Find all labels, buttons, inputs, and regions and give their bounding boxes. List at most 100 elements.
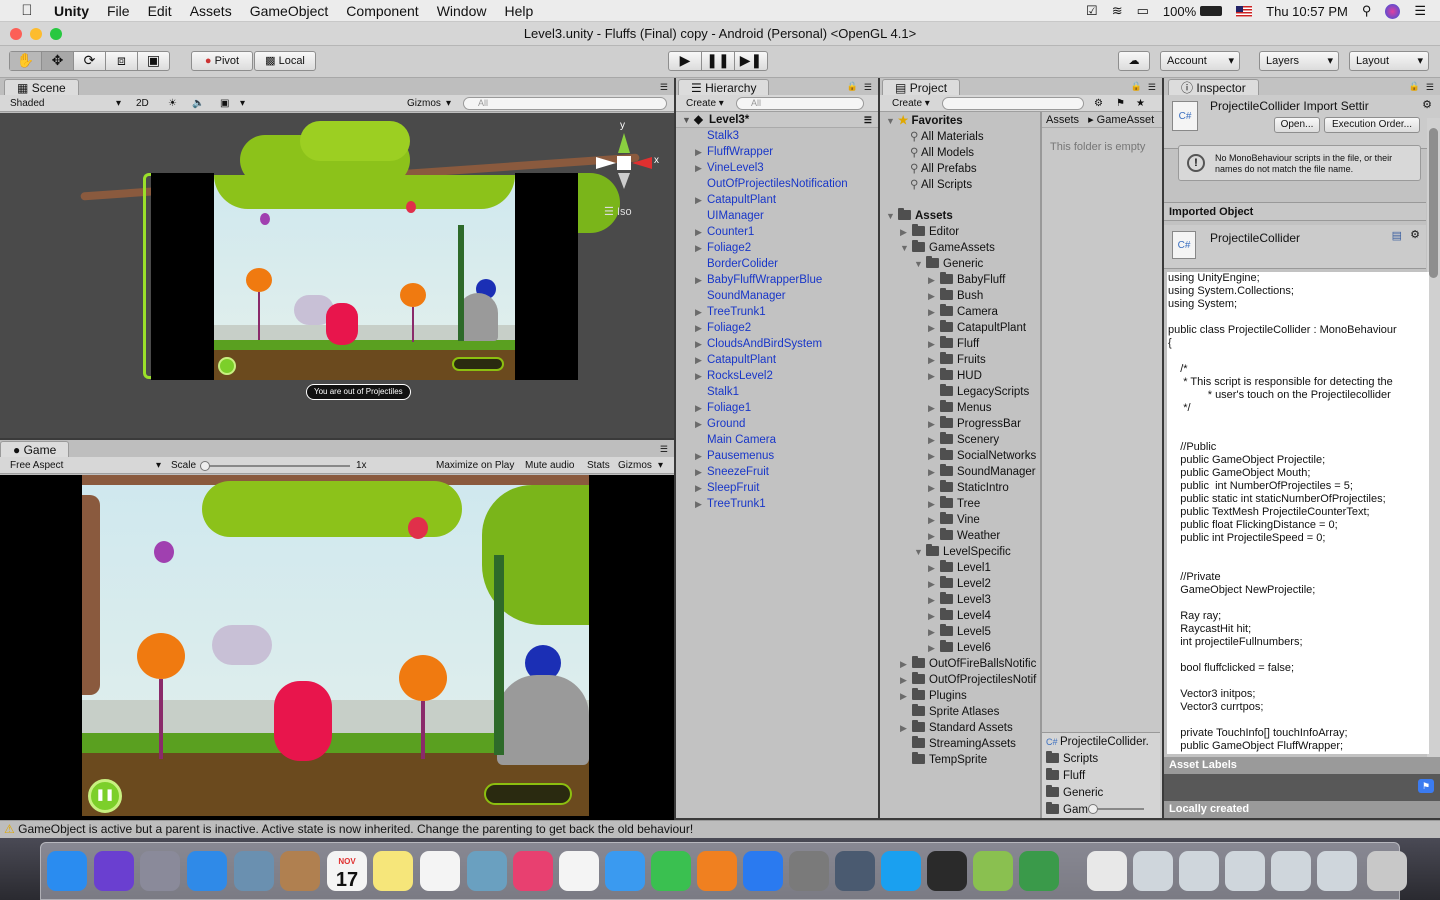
chevron-right-icon[interactable]: ▶ (900, 688, 912, 704)
inspector-scroll-thumb[interactable] (1429, 128, 1438, 278)
notification-center-icon[interactable]: ☰ (1414, 3, 1426, 19)
hierarchy-item[interactable]: BorderColider (676, 256, 878, 272)
hierarchy-item[interactable]: ▶ TreeTrunk1 (676, 304, 878, 320)
apple-icon[interactable]:  (16, 2, 38, 19)
pivot-button[interactable]: ● Pivot (191, 51, 253, 71)
photo-booth-icon[interactable] (467, 851, 507, 891)
project-asset-item[interactable]: Fluff (1046, 768, 1085, 784)
chevron-right-icon[interactable]: ▶ (695, 368, 702, 384)
project-folder-row[interactable]: ▶ SocialNetworks (928, 448, 1036, 464)
chevron-right-icon[interactable]: ▶ (928, 592, 940, 608)
lock-icon[interactable]: 🔒 (847, 81, 858, 92)
chevron-down-icon[interactable]: ▼ (914, 256, 926, 272)
pause-icon[interactable]: ❚❚ (702, 52, 735, 70)
hierarchy-item[interactable]: ▶ Foliage2 (676, 320, 878, 336)
chevron-right-icon[interactable]: ▶ (695, 400, 702, 416)
project-folder-row[interactable]: ▼ Generic (914, 256, 983, 272)
chevron-right-icon[interactable]: ▶ (695, 336, 702, 352)
hierarchy-item[interactable]: ▶ Pausemenus (676, 448, 878, 464)
hierarchy-item[interactable]: ▶ SneezeFruit (676, 464, 878, 480)
chevron-right-icon[interactable]: ▶ (928, 624, 940, 640)
project-folder-row[interactable]: ▶ Plugins (900, 688, 967, 704)
siri-menubar-icon[interactable] (1385, 3, 1401, 19)
project-folder-row[interactable]: LegacyScripts (928, 384, 1029, 400)
chevron-right-icon[interactable]: ▶ (695, 272, 702, 288)
iso-toggle[interactable]: ☰ Iso (604, 205, 632, 218)
chevron-right-icon[interactable]: ▶ (928, 368, 940, 384)
project-folder-row[interactable]: ▶ Weather (928, 528, 1000, 544)
screenshot-1-icon[interactable] (1133, 851, 1173, 891)
tab-hierarchy[interactable]: ☰ Hierarchy (678, 79, 770, 96)
audio-toggle-icon[interactable]: 🔈 (192, 97, 204, 110)
menu-edit[interactable]: Edit (148, 3, 172, 19)
icon-size-thumb[interactable] (1088, 804, 1098, 814)
project-search-input[interactable] (942, 97, 1084, 110)
open-button[interactable]: Open... (1274, 117, 1320, 133)
itunes-icon[interactable] (513, 851, 553, 891)
project-folder-row[interactable]: ▶ HUD (928, 368, 982, 384)
finder-icon[interactable] (47, 851, 87, 891)
chevron-right-icon[interactable]: ▶ (695, 160, 702, 176)
icon-size-slider[interactable] (1088, 804, 1144, 814)
project-folder-row[interactable]: ▶ Menus (928, 400, 992, 416)
project-folder-row[interactable]: ▶ Editor (900, 224, 959, 240)
screenshot-4-icon[interactable] (1271, 851, 1311, 891)
project-folder-row[interactable]: ▶ Level6 (928, 640, 991, 656)
scene-search-input[interactable]: All (463, 97, 667, 110)
chevron-right-icon[interactable]: ▶ (928, 304, 940, 320)
spotlight-icon[interactable]: ⚲ (1362, 3, 1372, 19)
game-pause-icon[interactable]: ❚❚ (88, 779, 122, 813)
project-asset-item[interactable]: Scripts (1046, 751, 1098, 767)
menu-assets[interactable]: Assets (190, 3, 232, 19)
archive-icon[interactable] (1087, 851, 1127, 891)
project-folder-row[interactable]: ▶ CatapultPlant (928, 320, 1026, 336)
assets-root-row[interactable]: ▼ Assets (886, 208, 953, 224)
chevron-right-icon[interactable]: ▶ (928, 272, 940, 288)
chevron-right-icon[interactable]: ▶ (928, 288, 940, 304)
help-book-icon[interactable]: ▤ (1392, 229, 1402, 242)
layers-dropdown[interactable]: Layers ▾ (1259, 51, 1339, 71)
toggle-2d-button[interactable]: 2D (136, 97, 149, 110)
messages-icon[interactable] (605, 851, 645, 891)
hierarchy-item[interactable]: UIManager (676, 208, 878, 224)
execution-order-button[interactable]: Execution Order... (1324, 117, 1420, 133)
label-tag-icon[interactable]: ⚑ (1418, 779, 1434, 793)
calendar-icon[interactable]: NOV 17 (327, 851, 367, 891)
us-flag-icon[interactable] (1236, 5, 1253, 17)
menubar-clock[interactable]: Thu 10:57 PM (1266, 4, 1348, 19)
scene-gizmos-dropdown[interactable]: Gizmos (407, 97, 441, 110)
skype-icon[interactable] (881, 851, 921, 891)
project-folder-row[interactable]: ▶ Camera (928, 304, 998, 320)
menu-help[interactable]: Help (504, 3, 533, 19)
launchpad-icon[interactable] (140, 851, 180, 891)
project-folder-row[interactable]: ▶ Tree (928, 496, 980, 512)
project-folder-row[interactable]: ▼ LevelSpecific (914, 544, 1011, 560)
reminders-icon[interactable] (420, 851, 460, 891)
hierarchy-item[interactable]: ▶ Ground (676, 416, 878, 432)
hierarchy-item[interactable]: Stalk1 (676, 384, 878, 400)
panel-menu-icon[interactable]: ☰ (1148, 82, 1156, 93)
project-folder-row[interactable]: ▶ Level3 (928, 592, 991, 608)
project-folder-row[interactable]: TempSprite (900, 752, 987, 768)
chevron-right-icon[interactable]: ▶ (695, 464, 702, 480)
screenshot-2-icon[interactable] (1179, 851, 1219, 891)
chevron-right-icon[interactable]: ▶ (695, 240, 702, 256)
shading-mode-dropdown[interactable]: Shaded (10, 97, 44, 110)
chevron-right-icon[interactable]: ▶ (928, 416, 940, 432)
tab-game[interactable]: ● Game (0, 441, 70, 458)
trash-icon[interactable] (1367, 851, 1407, 891)
project-folder-row[interactable]: ▶ Level2 (928, 576, 991, 592)
project-folder-row[interactable]: ▶ OutOfFireBallsNotific (900, 656, 1036, 672)
filter-label-icon[interactable]: ⚑ (1116, 97, 1125, 110)
project-folder-row[interactable]: ▶ StaticIntro (928, 480, 1009, 496)
menu-gameobject[interactable]: GameObject (250, 3, 329, 19)
project-folder-row[interactable]: ▶ Standard Assets (900, 720, 1013, 736)
tab-project[interactable]: ▤ Project (882, 79, 961, 96)
tab-scene[interactable]: ▦ Scene (4, 79, 79, 96)
menu-app-unity[interactable]: Unity (54, 3, 89, 19)
filter-type-icon[interactable]: ⚙ (1094, 97, 1103, 110)
chevron-right-icon[interactable]: ▶ (928, 464, 940, 480)
favorite-item[interactable]: ⚲ All Models (910, 145, 974, 161)
project-folder-row[interactable]: ▶ BabyFluff (928, 272, 1005, 288)
console-status-bar[interactable]: ⚠ GameObject is active but a parent is i… (0, 820, 1440, 838)
